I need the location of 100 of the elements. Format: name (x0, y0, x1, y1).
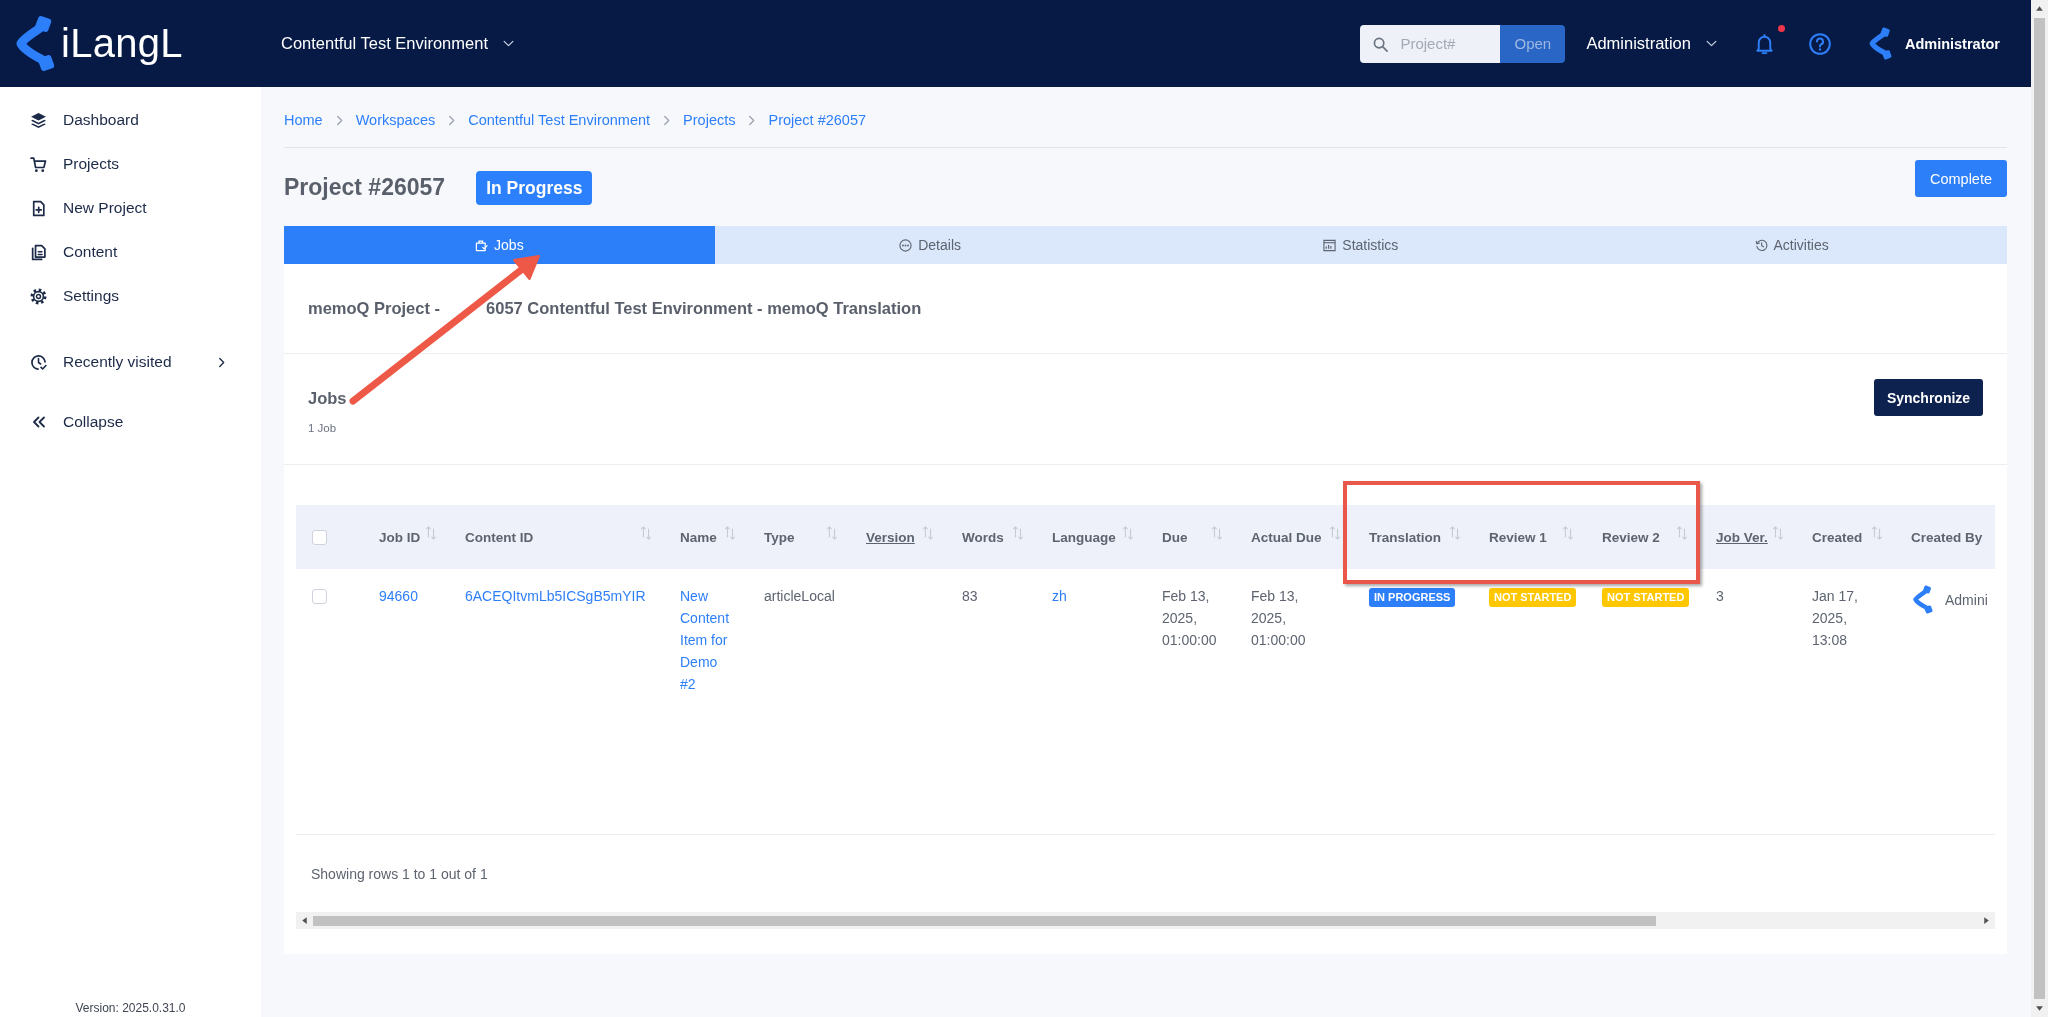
checkbox[interactable] (312, 589, 327, 604)
column-header[interactable]: Review 2 (1602, 529, 1660, 545)
jobs-count: 1 Job (308, 421, 338, 436)
user-name[interactable]: Administrator (1904, 35, 2000, 52)
project-heading: memoQ Project - (308, 299, 441, 318)
column-header[interactable]: Language (1052, 529, 1116, 545)
tab[interactable]: Statistics (1145, 226, 1577, 264)
column-header[interactable]: Name (680, 529, 717, 545)
status-badge: NOT STARTED (1602, 588, 1690, 607)
right-arrow-icon[interactable] (1982, 916, 1991, 925)
column-header[interactable]: Due (1162, 529, 1188, 545)
help-icon[interactable] (1808, 32, 1831, 55)
up-arrow-icon[interactable] (2035, 4, 2044, 13)
settings-icon (30, 287, 47, 305)
column-header[interactable]: Translation (1369, 529, 1441, 545)
chevron-right-icon (335, 114, 343, 126)
down-arrow-icon[interactable] (2035, 1004, 2044, 1013)
sidebar-item[interactable]: Dashboard (0, 98, 261, 142)
column-header[interactable]: Job ID (379, 529, 421, 545)
status-badge: IN PROGRESS (1369, 588, 1456, 607)
user-avatar-icon (1911, 585, 1933, 614)
sort-icon[interactable] (1871, 525, 1883, 541)
chevron-right-icon (663, 114, 671, 126)
column-header[interactable]: Job Ver. (1716, 529, 1768, 545)
left-arrow-icon[interactable] (300, 916, 309, 925)
sidebar-item[interactable]: Recently visited (0, 340, 261, 384)
sidebar-item[interactable]: New Project (0, 186, 261, 230)
collapse-button[interactable]: Collapse (0, 400, 261, 444)
column-header[interactable]: Created (1812, 529, 1863, 545)
column-header[interactable]: Actual Due (1251, 529, 1322, 545)
documents-icon (30, 243, 47, 261)
chevron-down-icon[interactable] (1705, 40, 1717, 47)
sort-icon[interactable] (1012, 525, 1024, 541)
double-chevron-left-icon (31, 416, 46, 428)
breadcrumb-link[interactable]: Project #26057 (768, 110, 867, 130)
table-cell-text: Feb 13, 2025, 01:00:00 (1162, 587, 1218, 650)
table-link[interactable]: zh (1052, 585, 1138, 607)
logo-text: iLangL (61, 21, 183, 66)
status-badge: NOT STARTED (1489, 588, 1577, 607)
clock-check-icon (30, 353, 47, 371)
column-header[interactable]: Version (866, 529, 915, 545)
project-heading: 6057 Contentful Test Environment - memoQ Translation (486, 299, 922, 318)
chevron-down-icon[interactable] (503, 40, 514, 47)
tab[interactable]: Activities (1576, 226, 2007, 264)
sidebar-item[interactable]: Content (0, 230, 261, 274)
vertical-scrollbar[interactable] (2031, 0, 2048, 1017)
pagination-text: Showing rows 1 to 1 out of 1 (311, 866, 488, 882)
breadcrumb-link[interactable]: Projects (683, 110, 736, 130)
breadcrumb-link[interactable]: Workspaces (355, 110, 436, 130)
breadcrumb-link[interactable]: Home (284, 110, 323, 130)
user-name: Admini (1945, 590, 1988, 610)
table-cell-text: Jan 17, 2025, 13:08 (1812, 587, 1859, 650)
sort-icon[interactable] (1676, 525, 1688, 541)
sidebar-item[interactable]: Settings (0, 274, 261, 318)
horizontal-scrollbar[interactable] (296, 912, 1995, 929)
column-header[interactable]: Review 1 (1489, 529, 1547, 545)
history-icon (1754, 238, 1768, 252)
sort-icon[interactable] (1329, 525, 1341, 541)
chevron-right-icon (448, 114, 456, 126)
scrollbar-thumb[interactable] (2034, 18, 2045, 999)
sort-icon[interactable] (724, 525, 736, 541)
sort-icon[interactable] (1122, 525, 1134, 541)
sort-icon[interactable] (1211, 525, 1223, 541)
synchronize-button[interactable]: Synchronize (1874, 379, 1983, 416)
table-link[interactable]: 94660 (379, 585, 441, 607)
chevron-right-icon (748, 114, 756, 126)
sort-icon[interactable] (1449, 525, 1461, 541)
chart-icon (1323, 238, 1337, 252)
jobs-heading: Jobs (308, 388, 347, 409)
checkbox[interactable] (312, 529, 327, 545)
sort-icon[interactable] (640, 525, 652, 541)
tab[interactable]: Details (714, 226, 1146, 264)
layers-icon (30, 111, 47, 129)
sort-icon[interactable] (1562, 525, 1574, 541)
scrollbar-thumb[interactable] (313, 915, 1656, 926)
sort-icon[interactable] (1772, 525, 1784, 541)
briefcase-check-icon (475, 238, 489, 252)
administration-menu[interactable]: Administration (1586, 34, 1717, 53)
sort-icon[interactable] (826, 525, 838, 541)
column-header[interactable]: Type (764, 529, 795, 545)
column-header[interactable]: Content ID (465, 529, 534, 545)
project-search-field[interactable]: Project# (1360, 24, 1501, 63)
table-cell-text: articleLocal (764, 587, 836, 606)
table-cell-text: 3 (1716, 587, 1725, 606)
table-link[interactable]: 6ACEQItvmLb5ICSgB5mYIR (465, 585, 656, 607)
table-link[interactable]: New Content Item for Demo #2 (680, 585, 734, 695)
sort-icon[interactable] (425, 525, 437, 541)
version-text: Version: 2025.0.31.0 (74, 1000, 187, 1017)
tab[interactable]: Jobs (284, 226, 715, 264)
workspace-dropdown[interactable]: Contentful Test Environment (281, 34, 514, 53)
status-badge: In Progress (476, 171, 593, 205)
complete-button[interactable]: Complete (1915, 160, 2007, 197)
file-plus-icon (30, 199, 47, 217)
ellipsis-circle-icon (899, 238, 913, 252)
column-header[interactable]: Created By (1911, 529, 1983, 545)
sort-icon[interactable] (922, 525, 934, 541)
cart-icon (30, 155, 47, 173)
breadcrumb-link[interactable]: Contentful Test Environment (468, 110, 651, 130)
sidebar-item[interactable]: Projects (0, 142, 261, 186)
column-header[interactable]: Words (962, 529, 1004, 545)
